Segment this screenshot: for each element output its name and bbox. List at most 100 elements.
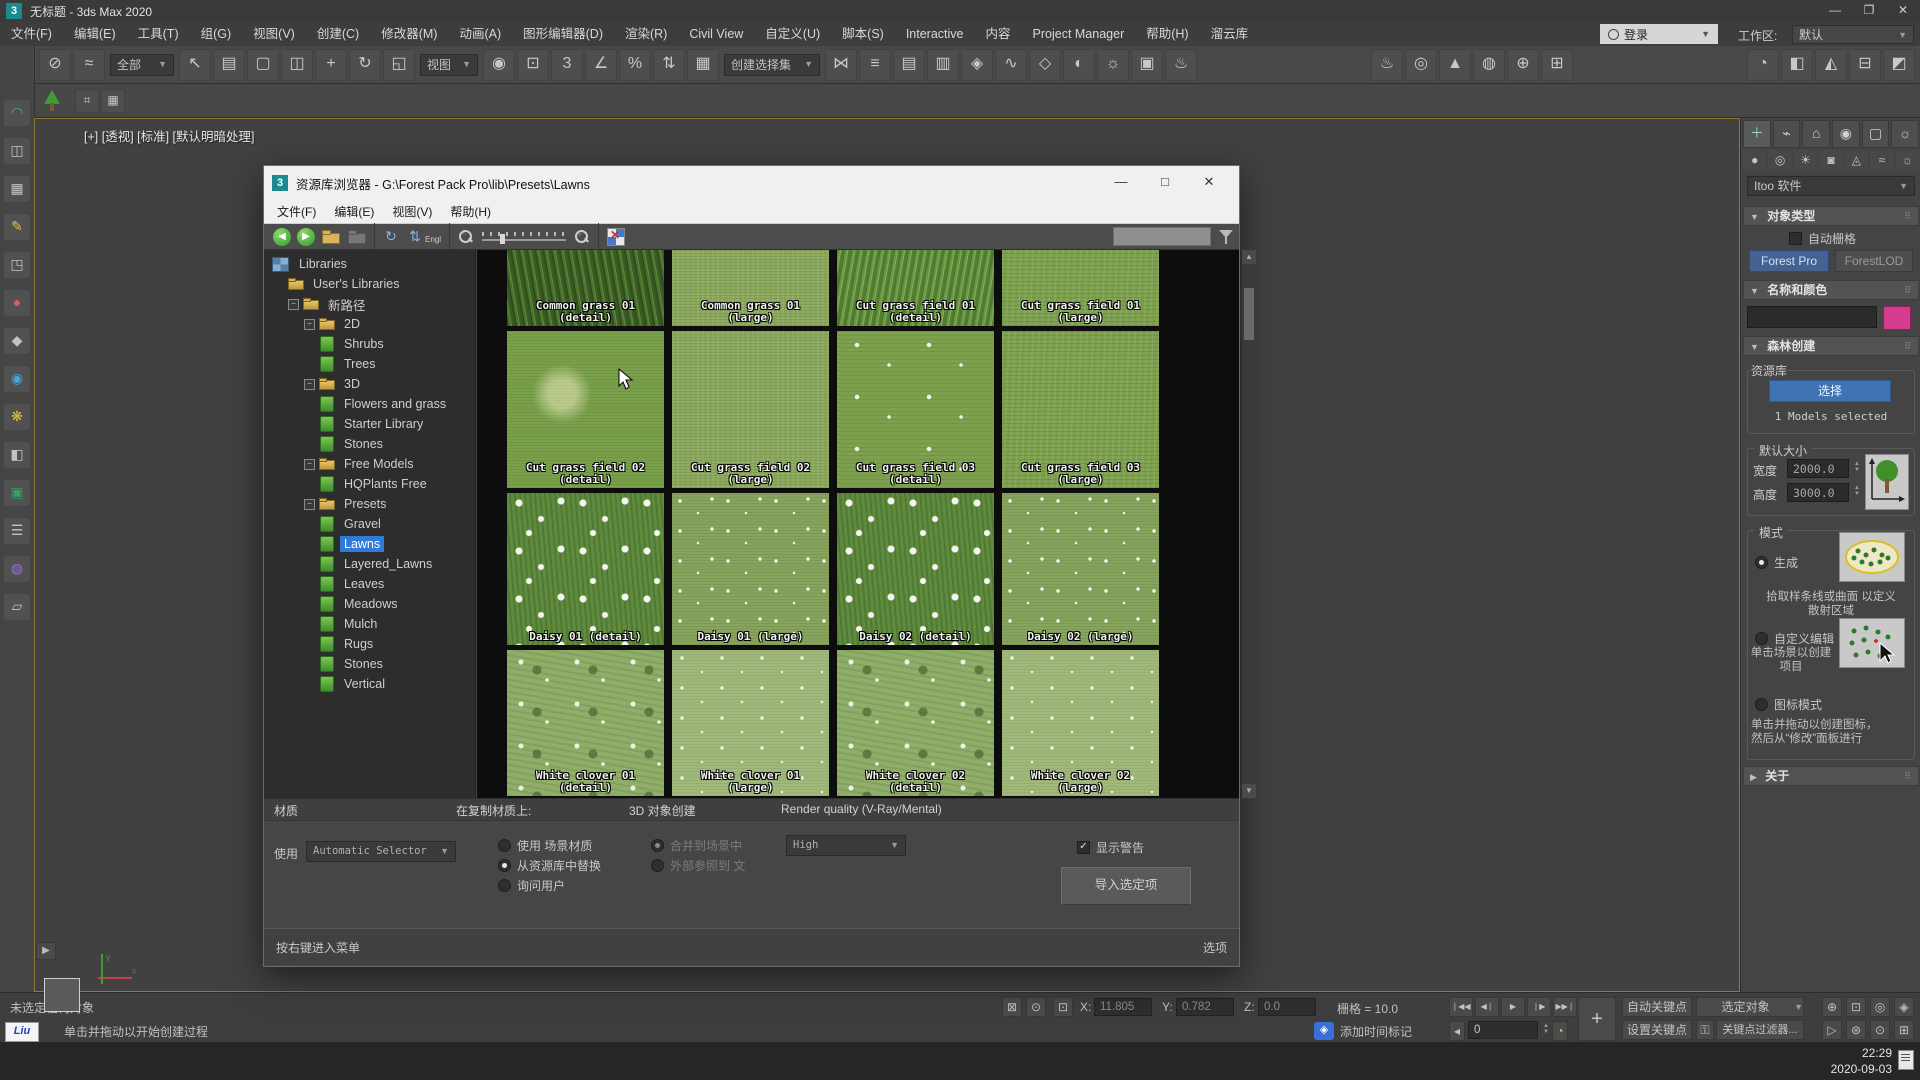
dialog-menu-item[interactable]: 编辑(E)	[325, 203, 383, 220]
window-crossing-icon[interactable]: ◫	[281, 49, 313, 81]
scene-explorer-icon[interactable]: ▤	[893, 49, 925, 81]
field-of-view-icon[interactable]: ◈	[1894, 997, 1914, 1017]
arnold-icon[interactable]: ⊞	[1541, 49, 1573, 81]
texture-tool-icon[interactable]: ◍	[4, 556, 30, 582]
tree-expander-icon[interactable]: −	[304, 319, 315, 330]
snaps-toggle-icon[interactable]: 3	[551, 49, 583, 81]
autogrid-checkbox[interactable]: 自动栅格	[1789, 230, 1856, 247]
mode-generate-radio[interactable]: 生成	[1755, 554, 1798, 571]
taskbar-clock[interactable]: 22:29 2020-09-03	[1831, 1045, 1892, 1077]
menu-item[interactable]: Project Manager	[1022, 22, 1136, 46]
maximize-button[interactable]: ❐	[1852, 0, 1886, 22]
modeling-tab-icon[interactable]: ◠	[4, 100, 30, 126]
preset-thumbnail[interactable]: Daisy 01 (detail)	[507, 493, 664, 645]
width-spinner[interactable]: ▲▼	[1851, 461, 1863, 473]
menu-item[interactable]: 脚本(S)	[831, 22, 895, 46]
tree-item[interactable]: −3D	[264, 374, 475, 394]
rollout-object-type[interactable]: ▼ 对象类型 ⠿	[1743, 206, 1919, 226]
select-object-icon[interactable]: ↖	[179, 49, 211, 81]
curve-editor-icon[interactable]: ∿	[995, 49, 1027, 81]
zoom-region-icon[interactable]: ◎	[1870, 997, 1890, 1017]
x-coordinate-field[interactable]: 11.805	[1094, 998, 1152, 1016]
pan-icon[interactable]: ▷	[1822, 1020, 1842, 1040]
named-selection-dropdown[interactable]: 创建选择集▼	[724, 54, 820, 76]
select-and-rotate-icon[interactable]: ↻	[349, 49, 381, 81]
preset-thumbnail[interactable]: Cut grass field 03(large)	[1002, 331, 1159, 488]
grid-scrollbar[interactable]: ▲ ▼	[1241, 250, 1255, 798]
render-gpu-icon[interactable]: ◍	[1473, 49, 1505, 81]
cat-space-warps-icon[interactable]: ≈	[1870, 150, 1893, 170]
menu-item[interactable]: 工具(T)	[127, 22, 190, 46]
edit-named-selection-icon[interactable]: ▦	[687, 49, 719, 81]
sort-icon[interactable]: ⇅	[406, 228, 424, 246]
ribbon-toggle-icon[interactable]: ◈	[961, 49, 993, 81]
preset-thumbnail[interactable]: Cut grass field 02(large)	[672, 331, 829, 488]
tree-item[interactable]: Leaves	[264, 574, 475, 594]
tree-item[interactable]: Gravel	[264, 514, 475, 534]
dialog-maximize-button[interactable]: □	[1143, 166, 1187, 200]
grid-icon[interactable]: ⊟	[1849, 49, 1881, 81]
set-key-big-button[interactable]: +	[1578, 997, 1616, 1041]
unlink-selection-icon[interactable]: ⊘	[39, 49, 71, 81]
menu-item[interactable]: 自定义(U)	[754, 22, 831, 46]
thumbnail-size-slider[interactable]	[482, 231, 566, 243]
height-field[interactable]: 3000.0	[1787, 483, 1849, 502]
set-key-button[interactable]: 设置关键点	[1622, 1020, 1692, 1040]
zoom-in-icon[interactable]: +	[574, 229, 590, 245]
frame-spinner[interactable]: ▲▼	[1540, 1023, 1552, 1035]
isolate-selection-icon[interactable]: ⊠	[1002, 997, 1022, 1017]
import-selected-button[interactable]: 导入选定项	[1061, 867, 1191, 905]
refresh-icon[interactable]: ↻	[382, 228, 400, 246]
notification-icon[interactable]	[1898, 1050, 1914, 1070]
close-button[interactable]: ✕	[1886, 0, 1920, 22]
workspace-dropdown[interactable]: 默认 ▼	[1792, 25, 1914, 44]
bind-to-space-warp-icon[interactable]: ≈	[73, 49, 105, 81]
tree-plugin-icon[interactable]	[40, 89, 64, 113]
walk-through-icon[interactable]: ⊛	[1846, 1020, 1866, 1040]
dialog-minimize-button[interactable]: —	[1099, 166, 1143, 200]
polygon-tool-icon[interactable]: ◆	[4, 328, 30, 354]
zoom-icon[interactable]: ⊕	[1822, 997, 1842, 1017]
tab-hierarchy[interactable]: ⌂	[1802, 120, 1830, 148]
z-coordinate-field[interactable]: 0.0	[1258, 998, 1316, 1016]
populate-icon[interactable]: ◳	[4, 252, 30, 278]
menu-item[interactable]: 创建(C)	[306, 22, 370, 46]
menu-item[interactable]: 组(G)	[190, 22, 243, 46]
tab-utilities[interactable]: ☼	[1891, 120, 1919, 148]
tree-item[interactable]: Stones	[264, 654, 475, 674]
selection-lock-icon[interactable]: ⊙	[1026, 997, 1046, 1017]
menu-item[interactable]: 文件(F)	[0, 22, 63, 46]
menu-item[interactable]: 动画(A)	[448, 22, 512, 46]
selected-object-dropdown[interactable]: 选定对象 ▼	[1696, 997, 1804, 1017]
play-button[interactable]: ▶	[1501, 997, 1525, 1017]
align-icon[interactable]: ≡	[859, 49, 891, 81]
frame-number-field[interactable]: 0	[1468, 1021, 1538, 1039]
preset-thumbnail[interactable]: Daisy 02 (large)	[1002, 493, 1159, 645]
object-category-dropdown[interactable]: Itoo 软件 ▼	[1747, 176, 1915, 196]
percent-snap-icon[interactable]: %	[619, 49, 651, 81]
menu-item[interactable]: Interactive	[895, 22, 975, 46]
time-configuration-icon[interactable]: ◔	[1552, 1021, 1568, 1041]
mode-custom-radio[interactable]: 自定义编辑	[1755, 630, 1834, 647]
dialog-menu-item[interactable]: 文件(F)	[268, 203, 325, 220]
menu-item[interactable]: 修改器(M)	[370, 22, 448, 46]
dialog-menu-item[interactable]: 视图(V)	[383, 203, 441, 220]
preset-thumbnail[interactable]: Cut grass field 02(detail)	[507, 331, 664, 488]
dialog-close-button[interactable]: ✕	[1187, 166, 1231, 200]
preset-thumbnail[interactable]: Cut grass field 03(detail)	[837, 331, 994, 488]
viewport-label[interactable]: [+] [透视] [标准] [默认明暗处理]	[84, 126, 255, 145]
preset-thumbnail[interactable]: Cut grass field 01(large)	[1002, 250, 1159, 326]
menu-item[interactable]: Civil View	[678, 22, 754, 46]
rectangular-selection-region-icon[interactable]: ▢	[247, 49, 279, 81]
menu-item[interactable]: 渲染(R)	[614, 22, 678, 46]
tab-create[interactable]: ＋	[1743, 120, 1771, 148]
use-pivot-point-icon[interactable]: ◉	[483, 49, 515, 81]
back-icon[interactable]: ◀	[273, 228, 291, 246]
mirror-tool-icon[interactable]: ◭	[1815, 49, 1847, 81]
selection-filter-dropdown[interactable]: 全部▼	[110, 54, 174, 76]
tree-item[interactable]: Meadows	[264, 594, 475, 614]
tree-item[interactable]: −Presets	[264, 494, 475, 514]
show-materials-icon[interactable]	[607, 228, 625, 246]
split-tool-icon[interactable]: ◧	[4, 442, 30, 468]
tab-modify[interactable]: ⌁	[1773, 120, 1801, 148]
